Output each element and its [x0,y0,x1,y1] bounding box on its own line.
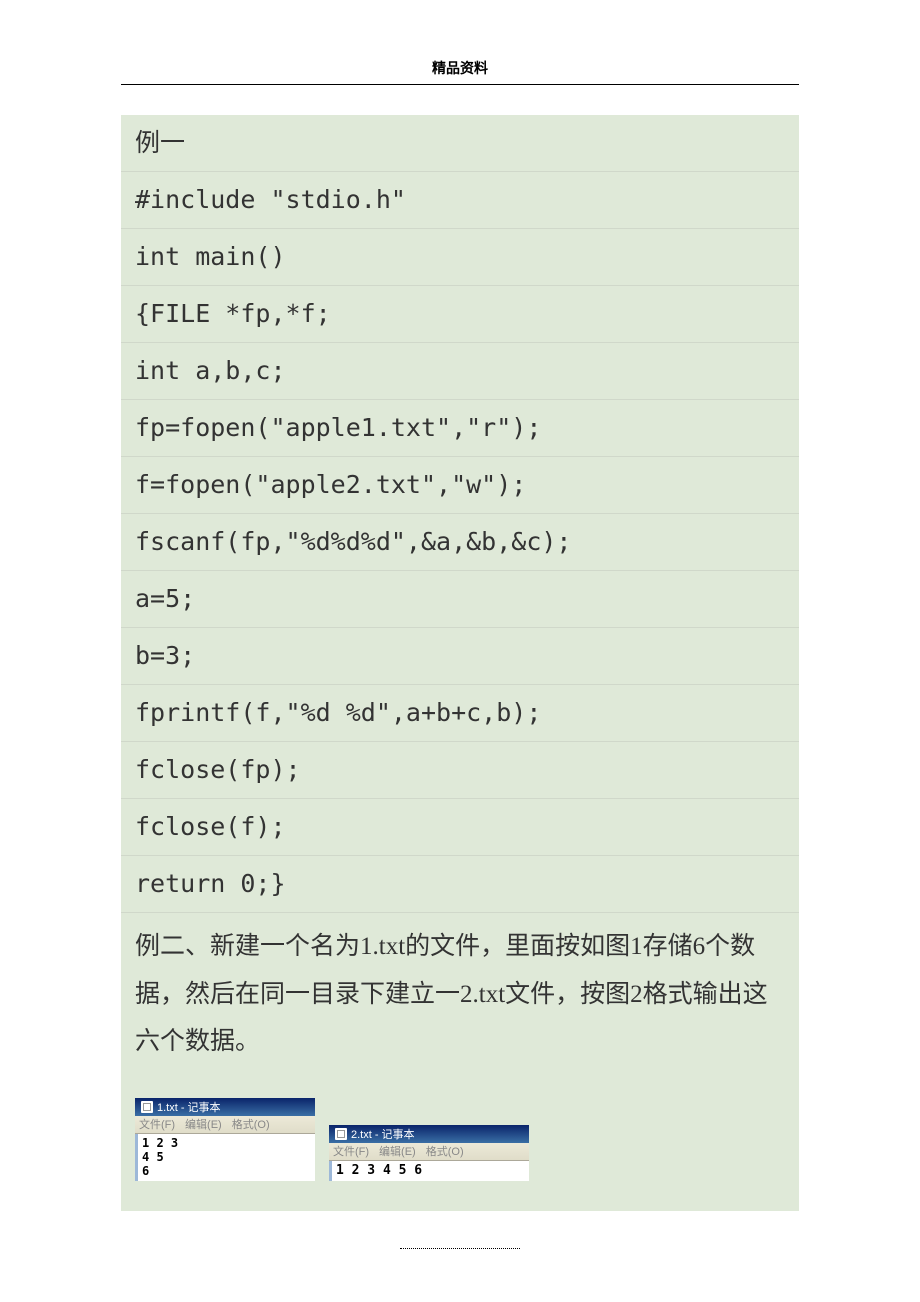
code-line: f=fopen("apple2.txt","w"); [121,457,799,514]
notepad-icon [141,1101,153,1113]
code-line: fprintf(f,"%d %d",a+b+c,b); [121,685,799,742]
code-line: return 0;} [121,856,799,913]
menu-file: 文件(F) [139,1116,175,1132]
code-line: fclose(fp); [121,742,799,799]
code-line: int main() [121,229,799,286]
notepad-icon [335,1128,347,1140]
code-line: #include "stdio.h" [121,172,799,229]
notepad-1: 1.txt - 记事本 文件(F) 编辑(E) 格式(O) 1 2 3 4 5 … [135,1098,315,1181]
notepad-2-title: 2.txt - 记事本 [351,1126,415,1142]
notepad-section: 1.txt - 记事本 文件(F) 编辑(E) 格式(O) 1 2 3 4 5 … [121,1080,799,1211]
code-line: int a,b,c; [121,343,799,400]
menu-edit: 编辑(E) [379,1143,416,1159]
page-header: 精品资料 [0,0,920,84]
code-line: b=3; [121,628,799,685]
page-footer [0,1241,920,1252]
header-underline [121,84,799,85]
code-line: fp=fopen("apple1.txt","r"); [121,400,799,457]
notepad-2-titlebar: 2.txt - 记事本 [329,1125,529,1143]
notepad-2-body: 1 2 3 4 5 6 [329,1161,529,1181]
code-line: 例一 [121,115,799,172]
notepad-1-menubar: 文件(F) 编辑(E) 格式(O) [135,1116,315,1134]
code-line: fclose(f); [121,799,799,856]
code-line: {FILE *fp,*f; [121,286,799,343]
menu-format: 格式(O) [426,1143,464,1159]
notepad-1-title: 1.txt - 记事本 [157,1099,221,1115]
notepad-1-body: 1 2 3 4 5 6 [135,1134,315,1181]
content-box: 例一 #include "stdio.h" int main() {FILE *… [121,115,799,1211]
menu-format: 格式(O) [232,1116,270,1132]
code-line: a=5; [121,571,799,628]
menu-file: 文件(F) [333,1143,369,1159]
code-line: fscanf(fp,"%d%d%d",&a,&b,&c); [121,514,799,571]
example2-description: 例二、新建一个名为1.txt的文件，里面按如图1存储6个数据，然后在同一目录下建… [121,913,799,1080]
menu-edit: 编辑(E) [185,1116,222,1132]
notepad-2-menubar: 文件(F) 编辑(E) 格式(O) [329,1143,529,1161]
notepad-2: 2.txt - 记事本 文件(F) 编辑(E) 格式(O) 1 2 3 4 5 … [329,1125,529,1181]
footer-dots [400,1248,520,1249]
notepad-1-titlebar: 1.txt - 记事本 [135,1098,315,1116]
